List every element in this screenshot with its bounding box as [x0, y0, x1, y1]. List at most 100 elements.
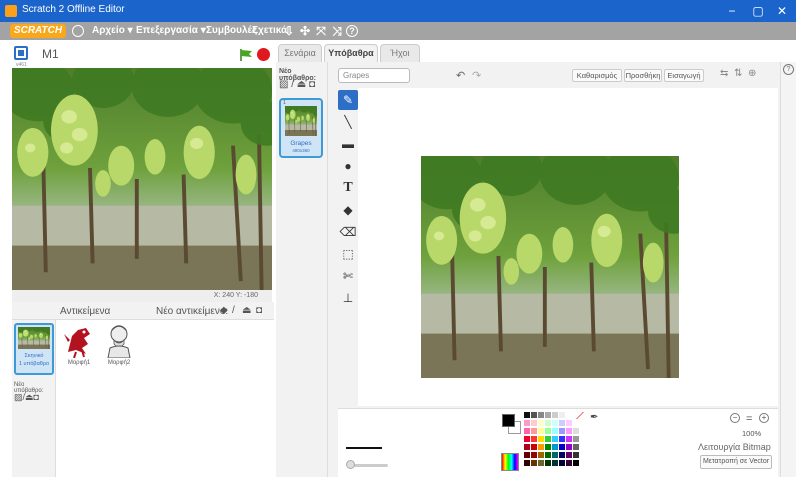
help-circle-icon[interactable]: ?	[783, 64, 794, 75]
color-swatch[interactable]	[531, 460, 537, 466]
clear-button[interactable]: Καθαρισμός	[572, 69, 622, 82]
menu-edit[interactable]: Επεξεργασία ▾	[136, 25, 206, 36]
new-backdrop-tools-icons[interactable]: ▨ / ⏏ ◘	[279, 79, 315, 90]
color-swatch[interactable]	[566, 452, 572, 458]
color-swatch[interactable]	[552, 444, 558, 450]
color-swatch[interactable]	[552, 412, 558, 418]
presentation-mode-icon[interactable]	[14, 46, 28, 60]
color-swatch[interactable]	[524, 436, 530, 442]
color-swatch[interactable]	[545, 460, 551, 466]
paint-canvas[interactable]	[358, 88, 778, 406]
color-swatch[interactable]	[566, 428, 572, 434]
rectangle-tool[interactable]: ▬	[338, 134, 358, 154]
transparent-swatch-icon[interactable]	[576, 412, 584, 419]
color-swatch[interactable]	[566, 436, 572, 442]
minimize-button[interactable]: −	[718, 2, 746, 20]
color-swatch[interactable]	[559, 436, 565, 442]
color-swatch[interactable]	[552, 452, 558, 458]
text-tool[interactable]: T	[338, 178, 358, 198]
color-swatch[interactable]	[559, 420, 565, 426]
color-palette[interactable]	[524, 412, 584, 472]
color-swatch[interactable]	[524, 412, 530, 418]
line-width-slider-knob[interactable]	[346, 460, 355, 469]
grow-icon[interactable]: ⤧	[314, 24, 328, 38]
select-tool[interactable]: ⬚	[338, 244, 358, 264]
language-globe-icon[interactable]	[72, 25, 84, 37]
sprite-tile-1[interactable]: Μορφή1	[60, 322, 98, 370]
color-swatch[interactable]	[524, 444, 530, 450]
color-swatch[interactable]	[545, 444, 551, 450]
new-backdrop-icons[interactable]: ▨/⏏◘	[14, 392, 39, 403]
duplicate-stamp-icon[interactable]: ⇩	[282, 24, 296, 38]
color-swatch[interactable]	[545, 452, 551, 458]
help-icon[interactable]: ?	[346, 25, 358, 37]
color-swatch[interactable]	[538, 428, 544, 434]
green-flag-icon[interactable]	[239, 49, 253, 61]
shrink-icon[interactable]: ⤨	[330, 24, 344, 38]
costume-name-input[interactable]	[338, 68, 410, 83]
backdrop-tile[interactable]: 1 Grapes 480x360	[279, 98, 323, 158]
delete-scissors-icon[interactable]: ✣	[298, 24, 312, 38]
flip-vertical-icon[interactable]: ⇅	[734, 68, 742, 79]
ellipse-tool[interactable]: ●	[338, 156, 358, 176]
color-swatch[interactable]	[524, 460, 530, 466]
color-swatch[interactable]	[573, 460, 579, 466]
color-swatch[interactable]	[566, 420, 572, 426]
color-swatch[interactable]	[538, 444, 544, 450]
color-swatch[interactable]	[531, 420, 537, 426]
zoom-in-icon[interactable]: +	[759, 413, 769, 423]
color-swatch[interactable]	[573, 452, 579, 458]
color-swatch[interactable]	[552, 420, 558, 426]
color-swatch[interactable]	[552, 428, 558, 434]
tab-backdrops[interactable]: Υπόβαθρα	[324, 44, 378, 63]
color-swatch[interactable]	[531, 412, 537, 418]
color-swatch[interactable]	[566, 460, 572, 466]
color-swatch[interactable]	[573, 444, 579, 450]
brush-tool[interactable]: ✎	[338, 90, 358, 110]
color-swatch[interactable]	[573, 428, 579, 434]
color-swatch[interactable]	[531, 452, 537, 458]
tab-scripts[interactable]: Σενάρια	[278, 44, 322, 62]
color-swatch[interactable]	[538, 412, 544, 418]
color-swatch[interactable]	[531, 428, 537, 434]
color-swatch[interactable]	[559, 412, 565, 418]
scratch-logo[interactable]: SCRATCH	[10, 24, 66, 38]
color-swatch[interactable]	[524, 420, 530, 426]
color-swatch[interactable]	[552, 436, 558, 442]
tab-sounds[interactable]: Ήχοι	[380, 44, 420, 62]
color-swatch[interactable]	[545, 428, 551, 434]
stage-canvas[interactable]	[12, 68, 272, 290]
undo-icon[interactable]: ↶	[456, 69, 465, 82]
stage-tile[interactable]: Σκηνικό 1 υπόβαθρο	[14, 323, 54, 375]
redo-icon[interactable]: ↷	[472, 69, 481, 82]
color-swatch[interactable]	[538, 436, 544, 442]
color-swatch[interactable]	[524, 428, 530, 434]
color-swatch[interactable]	[559, 452, 565, 458]
color-swatch[interactable]	[566, 412, 572, 418]
eraser-tool[interactable]: ⌫	[338, 222, 358, 242]
eyedropper-icon[interactable]: ✒	[590, 412, 598, 423]
zoom-reset-icon[interactable]: =	[746, 413, 752, 425]
camera-sprite-icon[interactable]: ◘	[256, 305, 262, 316]
color-swatch[interactable]	[538, 420, 544, 426]
import-button[interactable]: Εισαγωγή	[664, 69, 704, 82]
stamp-tool[interactable]: ⊥	[338, 288, 358, 308]
color-swatch[interactable]	[566, 444, 572, 450]
primary-color-swatch[interactable]	[502, 414, 515, 427]
color-swatch[interactable]	[538, 460, 544, 466]
color-swatch[interactable]	[545, 420, 551, 426]
close-button[interactable]: ✕	[768, 2, 796, 20]
menu-tips[interactable]: Συμβουλές	[206, 25, 257, 36]
flip-horizontal-icon[interactable]: ⇆	[720, 68, 728, 79]
color-swatch[interactable]	[559, 444, 565, 450]
color-swatch[interactable]	[573, 420, 579, 426]
stop-button[interactable]	[257, 48, 270, 61]
convert-to-vector-button[interactable]: Μετατροπή σε Vector	[700, 455, 772, 469]
set-center-icon[interactable]: ⊕	[748, 68, 756, 79]
color-swatch[interactable]	[538, 452, 544, 458]
line-tool[interactable]: ╲	[338, 112, 358, 132]
sprite-tile-2[interactable]: Μορφή2	[100, 322, 138, 370]
choose-sprite-icon[interactable]: ◆	[220, 305, 228, 316]
zoom-out-icon[interactable]: −	[730, 413, 740, 423]
color-swatch[interactable]	[524, 452, 530, 458]
